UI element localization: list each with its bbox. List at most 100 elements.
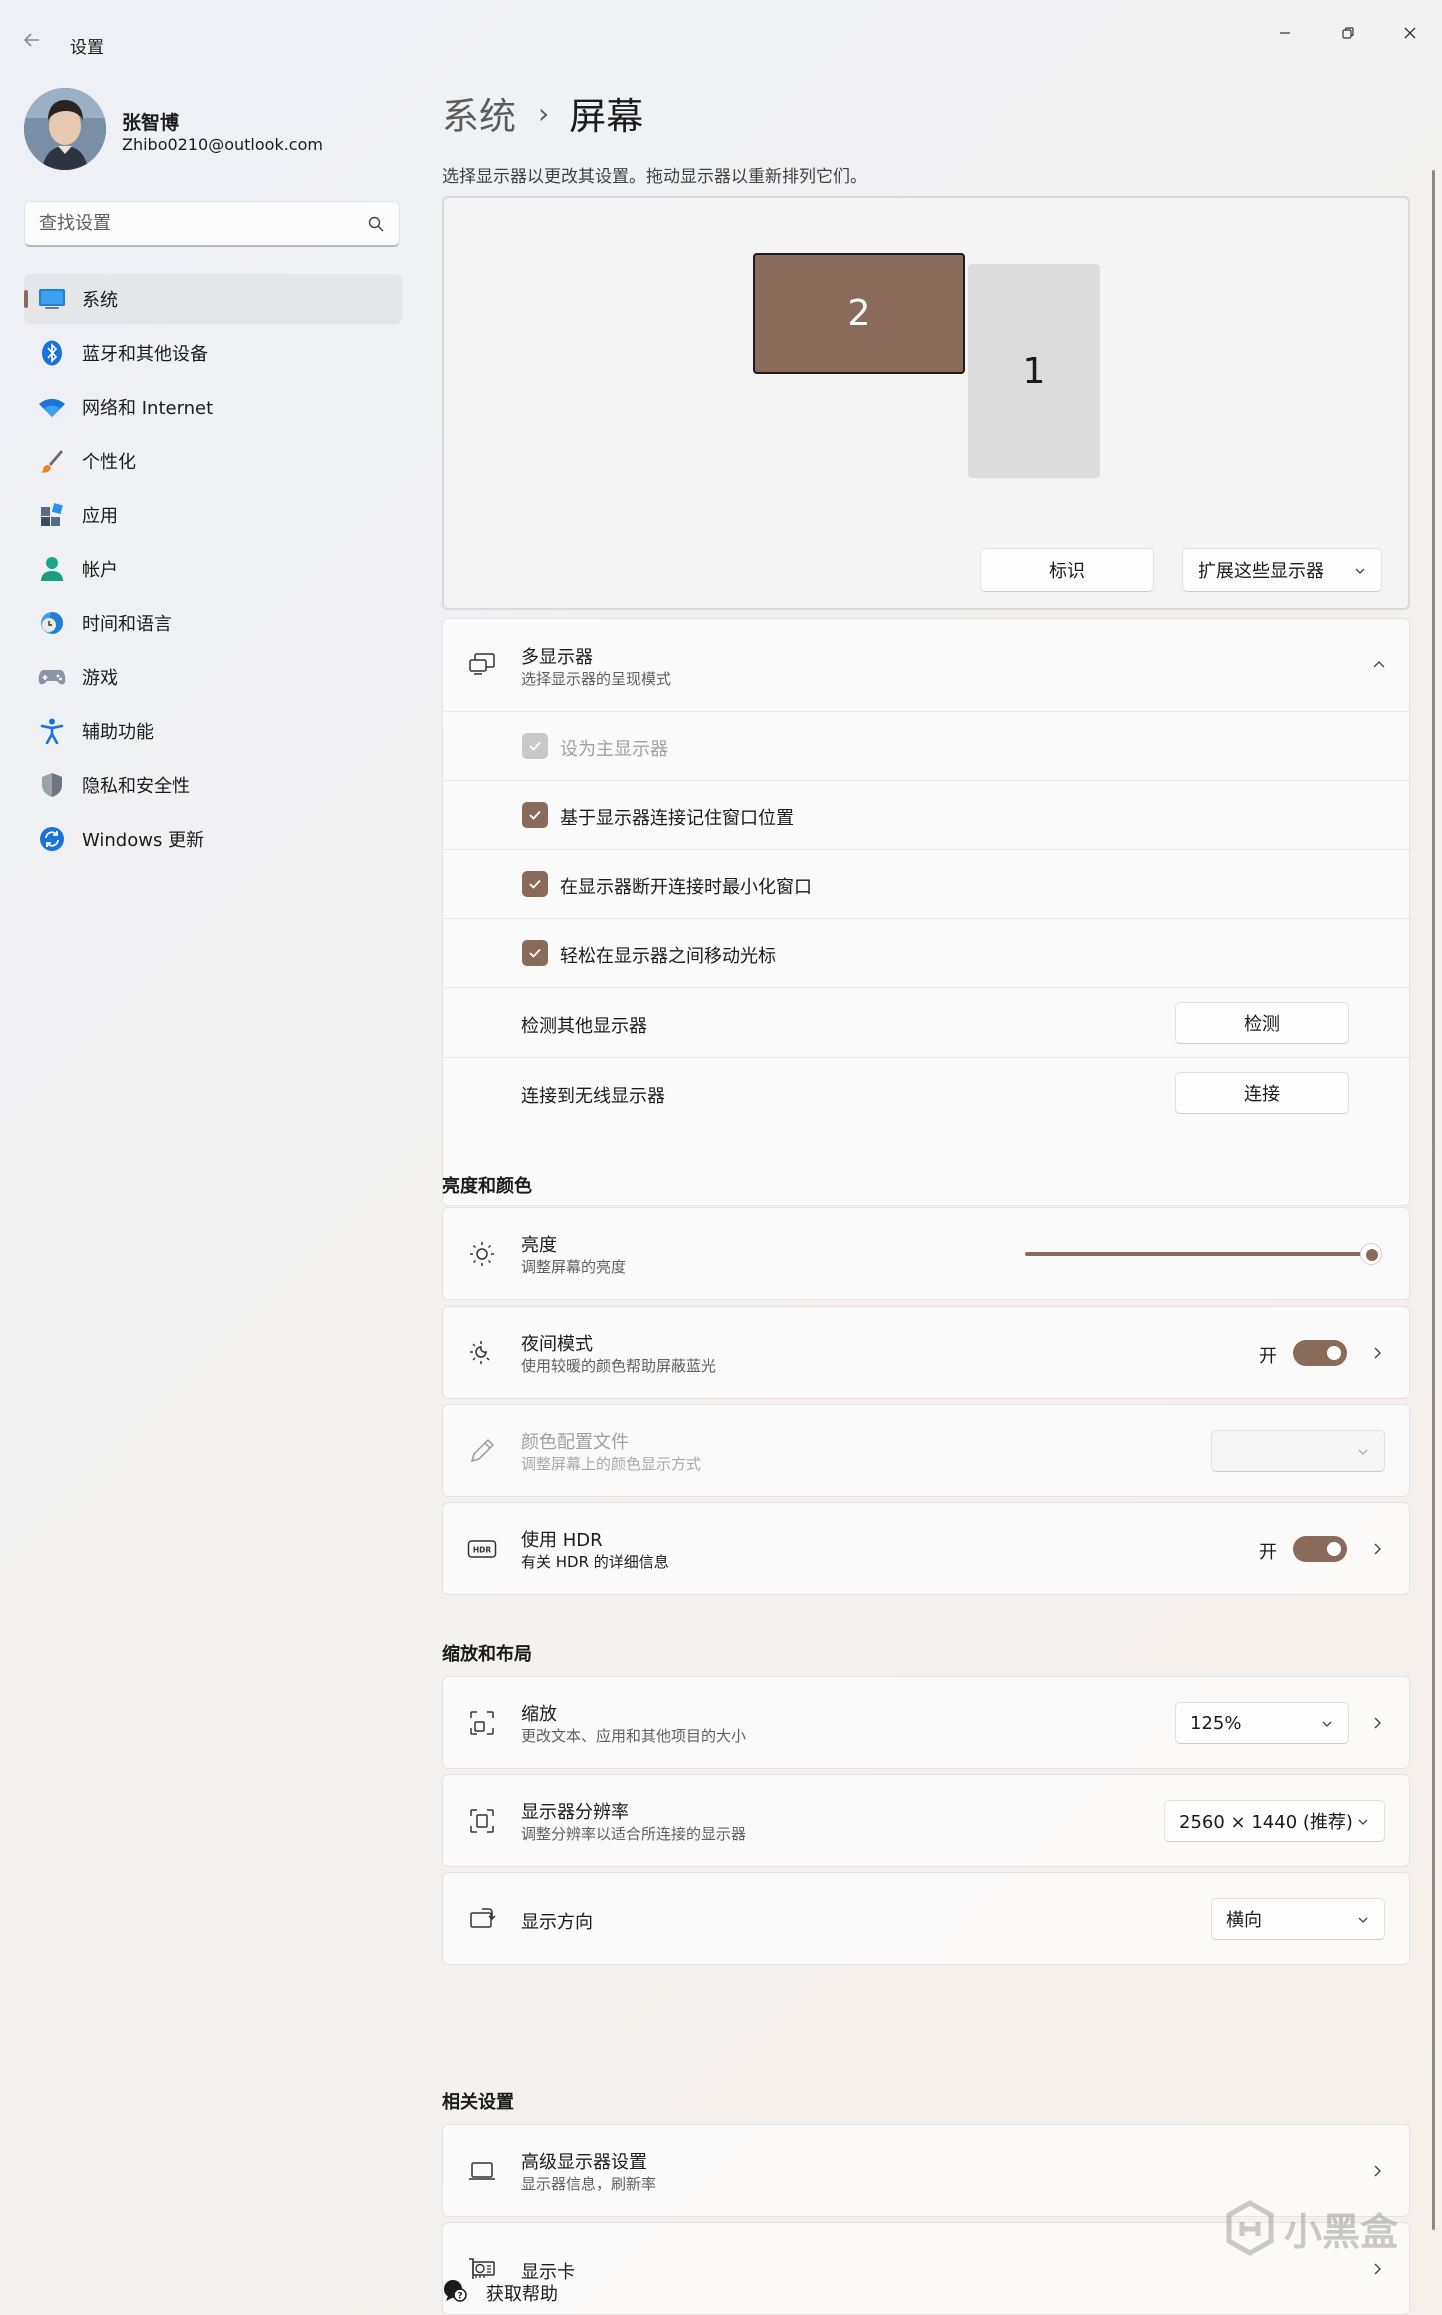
identify-button[interactable]: 标识 xyxy=(980,548,1154,592)
monitor-1[interactable]: 1 xyxy=(968,264,1100,478)
brush-icon xyxy=(38,448,66,474)
search-input[interactable] xyxy=(39,213,359,234)
laptop-icon xyxy=(467,2156,497,2186)
search-icon[interactable] xyxy=(367,215,385,233)
ease-cursor-movement-checkbox[interactable] xyxy=(522,940,548,966)
night-light-desc: 使用较暖的颜色帮助屏蔽蓝光 xyxy=(521,1357,717,1375)
sidebar-item-privacy[interactable]: 隐私和安全性 xyxy=(24,760,402,810)
option-minimize-on-disconnect[interactable]: 在显示器断开连接时最小化窗口 xyxy=(443,849,1409,918)
color-profile-select[interactable] xyxy=(1211,1430,1385,1472)
restore-icon xyxy=(1342,27,1354,39)
checkmark-icon xyxy=(529,810,541,820)
sidebar-item-accounts[interactable]: 帐户 xyxy=(24,544,402,594)
hdr-desc: 有关 HDR 的详细信息 xyxy=(521,1553,669,1571)
arrange-instructions: 选择显示器以更改其设置。拖动显示器以重新排列它们。 xyxy=(442,167,867,187)
advanced-display-title: 高级显示器设置 xyxy=(521,2152,647,2173)
search-box[interactable] xyxy=(24,201,400,247)
update-icon xyxy=(38,826,66,852)
watermark-text: 小黑盒 xyxy=(1284,2209,1399,2254)
watermark-logo-icon xyxy=(1226,2200,1274,2256)
close-button[interactable] xyxy=(1390,18,1430,48)
scale-icon xyxy=(467,1708,497,1738)
wireless-display-label: 连接到无线显示器 xyxy=(521,1086,665,1107)
night-light-icon xyxy=(467,1338,497,1368)
multiple-displays-desc: 选择显示器的呈现模式 xyxy=(521,670,672,688)
brightness-slider-track[interactable] xyxy=(1025,1252,1371,1256)
brightness-icon xyxy=(467,1239,497,1269)
section-title-brightness-color: 亮度和颜色 xyxy=(442,1176,532,1197)
sidebar-item-label: 网络和 Internet xyxy=(82,398,214,419)
watermark: 小黑盒 xyxy=(1224,2200,1398,2256)
sidebar-nav: 系统 蓝牙和其他设备 网络和 Internet 个性化 应用 帐户 时间和语言 … xyxy=(24,274,402,868)
breadcrumb-parent[interactable]: 系统 xyxy=(442,86,516,140)
hdr-toggle[interactable] xyxy=(1293,1536,1347,1562)
remember-window-positions-checkbox[interactable] xyxy=(522,802,548,828)
sidebar-item-label: 隐私和安全性 xyxy=(82,776,190,797)
primary-display-label: 设为主显示器 xyxy=(560,739,668,760)
scrollbar[interactable] xyxy=(1432,170,1435,2230)
active-indicator xyxy=(24,290,28,308)
connect-button[interactable]: 连接 xyxy=(1175,1072,1349,1114)
sidebar-item-label: 蓝牙和其他设备 xyxy=(82,344,208,365)
resolution-card: 显示器分辨率 调整分辨率以适合所连接的显示器 2560 × 1440 (推荐) xyxy=(442,1774,1410,1867)
resolution-select[interactable]: 2560 × 1440 (推荐) xyxy=(1164,1800,1385,1842)
night-light-card[interactable]: 夜间模式 使用较暖的颜色帮助屏蔽蓝光 开 xyxy=(442,1306,1410,1399)
clock-globe-icon xyxy=(38,610,66,636)
option-remember-window-positions[interactable]: 基于显示器连接记住窗口位置 xyxy=(443,780,1409,849)
chevron-down-icon xyxy=(1358,1819,1368,1825)
primary-display-checkbox[interactable] xyxy=(522,733,548,759)
sidebar-item-accessibility[interactable]: 辅助功能 xyxy=(24,706,402,756)
minimize-icon xyxy=(1280,32,1290,34)
gamepad-icon xyxy=(38,664,66,690)
orientation-select[interactable]: 横向 xyxy=(1211,1898,1385,1940)
checkmark-icon xyxy=(529,879,541,889)
hdr-card[interactable]: HDR 使用 HDR 有关 HDR 的详细信息 开 xyxy=(442,1502,1410,1595)
minimize-button[interactable] xyxy=(1265,18,1305,48)
sidebar-item-bluetooth[interactable]: 蓝牙和其他设备 xyxy=(24,328,402,378)
sidebar-item-network[interactable]: 网络和 Internet xyxy=(24,382,402,432)
breadcrumb: 系统 › 屏幕 xyxy=(442,88,643,138)
monitor-2[interactable]: 2 xyxy=(753,253,965,374)
sidebar-item-time-language[interactable]: 时间和语言 xyxy=(24,598,402,648)
sidebar-item-gaming[interactable]: 游戏 xyxy=(24,652,402,702)
orientation-card: 显示方向 横向 xyxy=(442,1872,1410,1965)
orientation-title: 显示方向 xyxy=(521,1912,593,1933)
scale-card[interactable]: 缩放 更改文本、应用和其他项目的大小 125% xyxy=(442,1676,1410,1769)
sidebar-item-windows-update[interactable]: Windows 更新 xyxy=(24,814,402,864)
orientation-icon xyxy=(467,1904,497,1934)
multiple-displays-title: 多显示器 xyxy=(521,647,593,668)
account-icon xyxy=(38,556,66,582)
resolution-icon xyxy=(467,1806,497,1836)
wifi-icon xyxy=(38,394,66,420)
night-light-toggle[interactable] xyxy=(1293,1340,1347,1366)
sidebar-item-personalization[interactable]: 个性化 xyxy=(24,436,402,486)
title-bar: 设置 xyxy=(0,0,1442,80)
back-arrow-icon[interactable] xyxy=(22,30,48,56)
user-profile[interactable]: 张智博 Zhibo0210@outlook.com xyxy=(24,88,404,173)
user-name: 张智博 xyxy=(122,112,180,134)
brightness-slider-thumb[interactable] xyxy=(1360,1243,1382,1265)
resolution-desc: 调整分辨率以适合所连接的显示器 xyxy=(521,1825,747,1843)
eyedropper-icon xyxy=(467,1436,497,1466)
extend-displays-dropdown[interactable]: 扩展这些显示器 xyxy=(1182,548,1382,592)
sidebar-item-label: 帐户 xyxy=(82,560,118,581)
sidebar-item-label: 游戏 xyxy=(82,668,118,689)
sidebar-item-system[interactable]: 系统 xyxy=(24,274,402,324)
restore-button[interactable] xyxy=(1328,18,1368,48)
multiple-displays-header[interactable]: 多显示器 选择显示器的呈现模式 xyxy=(443,619,1409,711)
hdr-icon: HDR xyxy=(467,1534,497,1564)
page-title: 屏幕 xyxy=(569,95,644,138)
ease-cursor-movement-label: 轻松在显示器之间移动光标 xyxy=(560,946,776,967)
option-primary-display[interactable]: 设为主显示器 xyxy=(443,711,1409,780)
sidebar-item-apps[interactable]: 应用 xyxy=(24,490,402,540)
option-ease-cursor-movement[interactable]: 轻松在显示器之间移动光标 xyxy=(443,918,1409,987)
section-title-related: 相关设置 xyxy=(442,2092,514,2113)
sidebar-item-label: 辅助功能 xyxy=(82,722,154,743)
chevron-down-icon xyxy=(1358,1917,1368,1923)
detect-button[interactable]: 检测 xyxy=(1175,1002,1349,1044)
scale-select[interactable]: 125% xyxy=(1175,1702,1349,1744)
minimize-on-disconnect-checkbox[interactable] xyxy=(522,871,548,897)
get-help-label: 获取帮助 xyxy=(486,2284,558,2305)
remember-window-positions-label: 基于显示器连接记住窗口位置 xyxy=(560,808,794,829)
color-profile-title: 颜色配置文件 xyxy=(521,1432,629,1453)
